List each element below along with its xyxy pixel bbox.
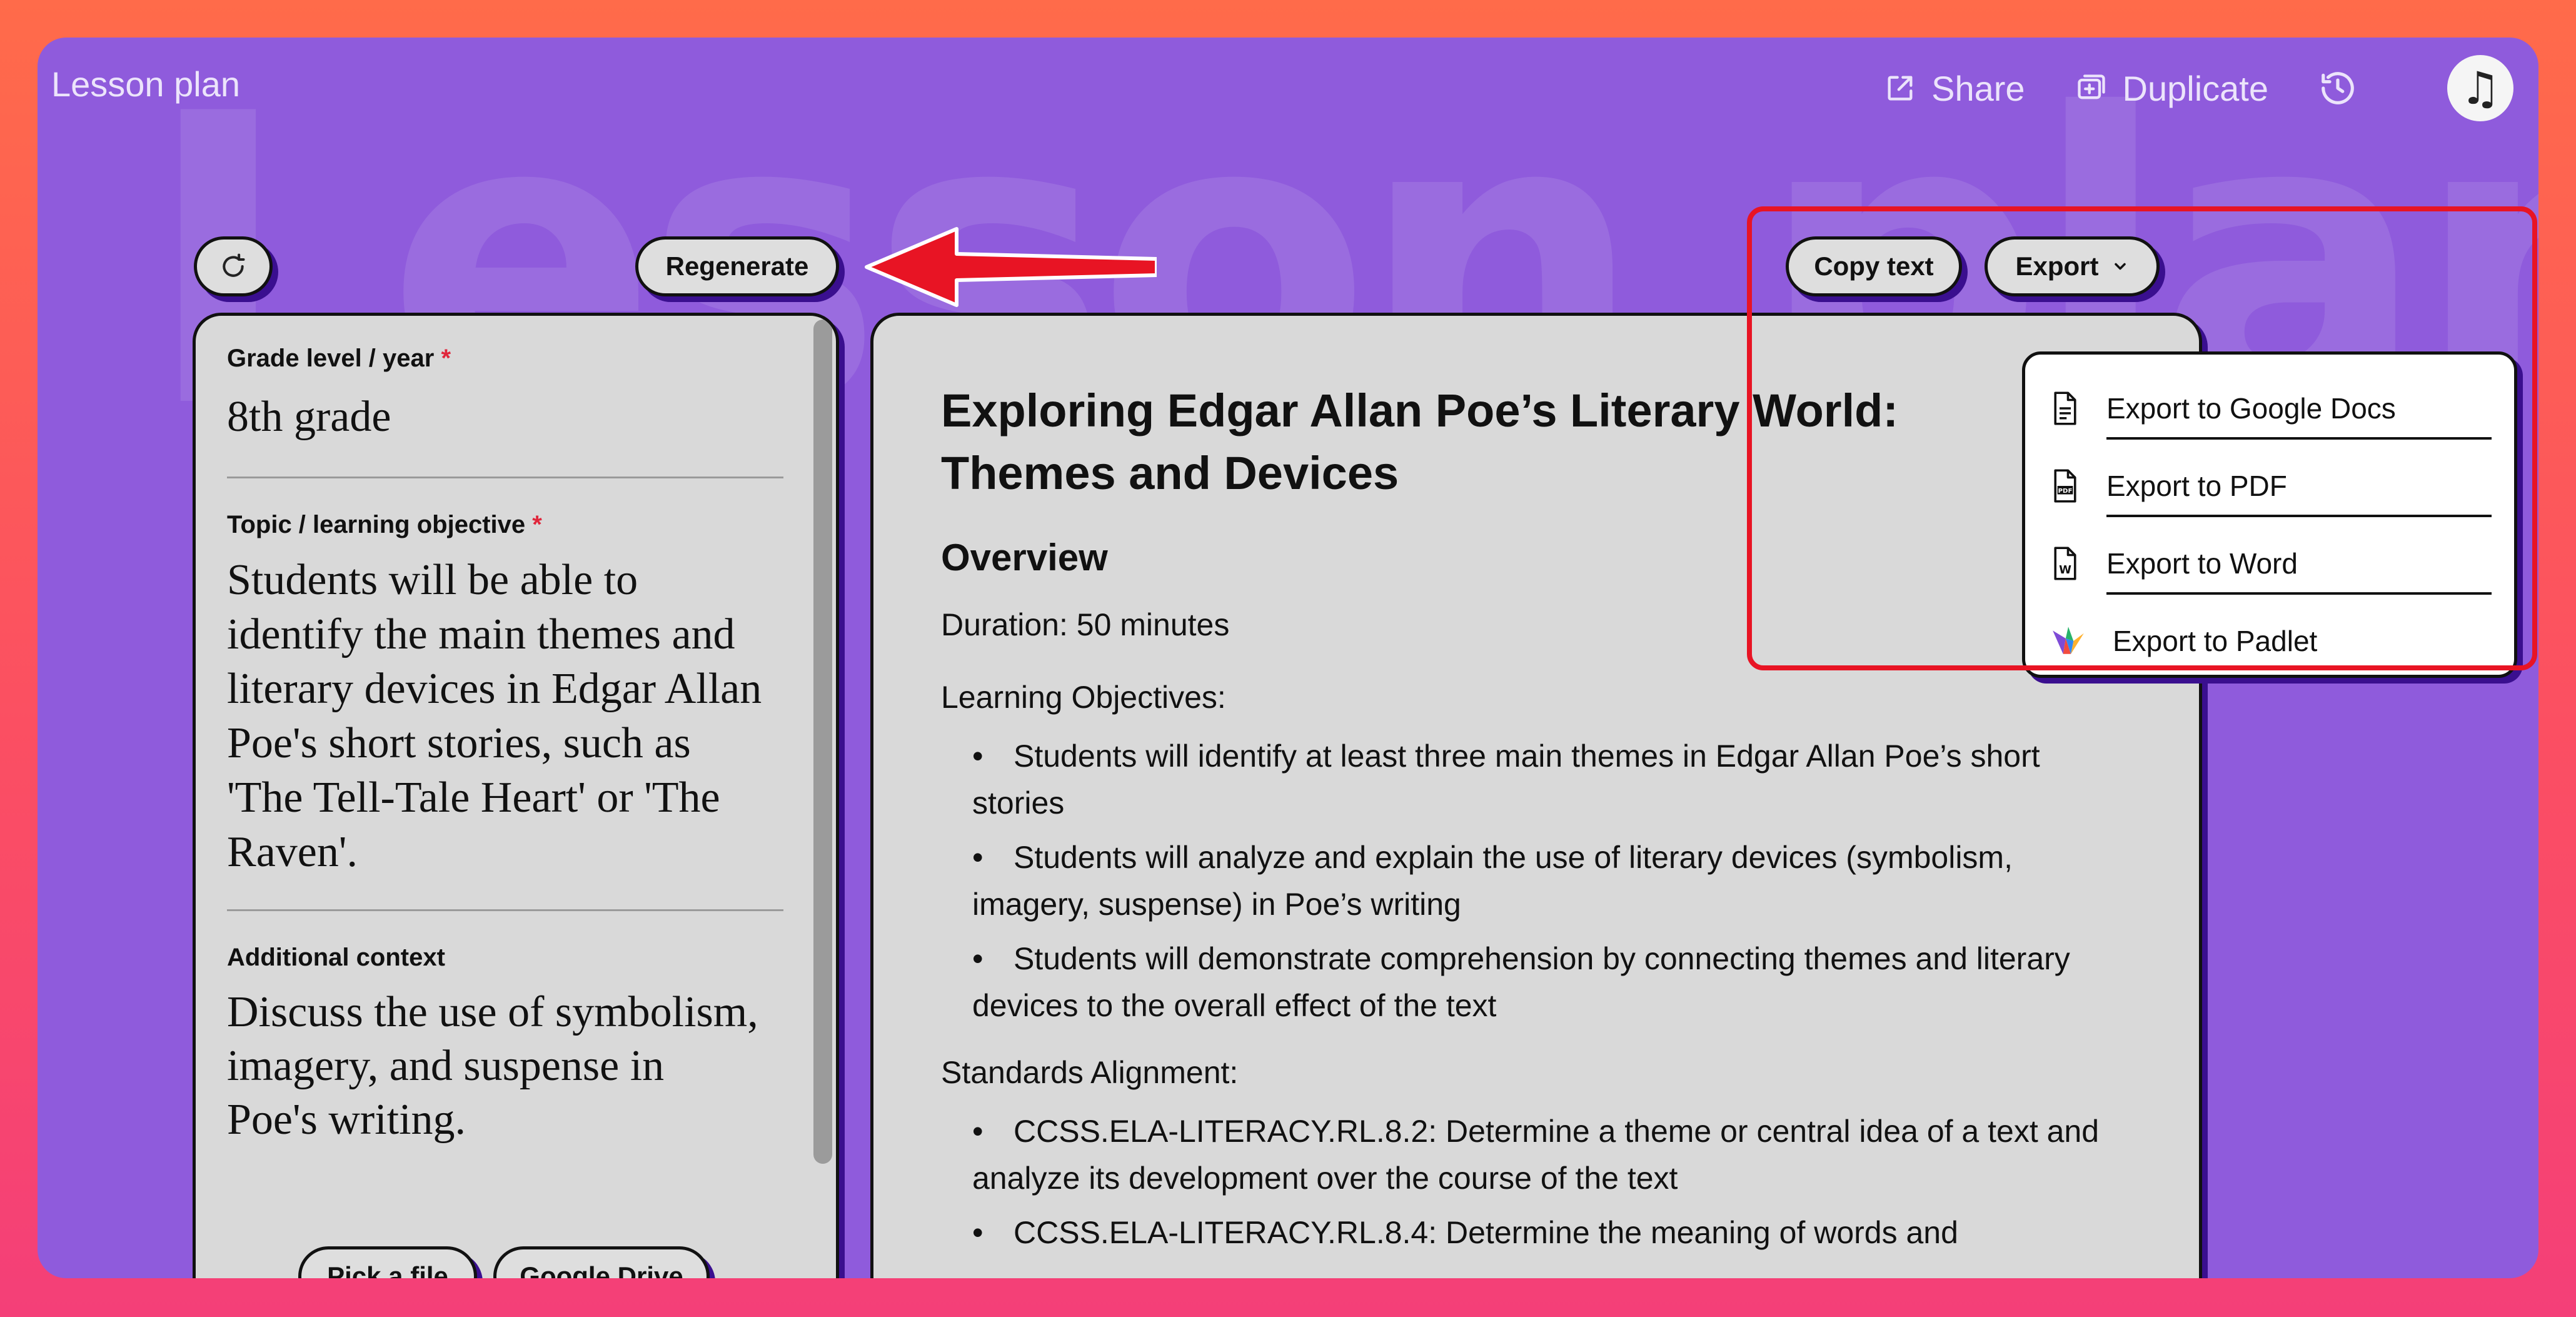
lesson-form-panel: Grade level / year * 8th grade Topic / l…: [193, 313, 839, 1278]
list-item: CCSS.ELA-LITERACY.RL.8.2: Determine a th…: [941, 1108, 2104, 1202]
topic-label: Topic / learning objective *: [227, 511, 542, 538]
history-button[interactable]: [2318, 69, 2372, 108]
duplicate-button[interactable]: Duplicate: [2075, 68, 2268, 109]
standards-heading: Standards Alignment:: [941, 1055, 1239, 1090]
list-item: Students will identify at least three ma…: [941, 733, 2104, 827]
annotation-arrow: [865, 227, 1157, 307]
app-window: Lesson plan Lesson plan Share Duplicate …: [38, 38, 2538, 1278]
context-field[interactable]: Discuss the use of symbolism, imagery, a…: [227, 986, 765, 1147]
list-item: CCSS.ELA-LITERACY.RL.8.4: Determine the …: [941, 1209, 2104, 1256]
history-icon: [2322, 72, 2354, 104]
share-label: Share: [1931, 68, 2025, 108]
share-button[interactable]: Share: [1884, 68, 2025, 109]
refresh-icon: [223, 253, 245, 277]
required-mark: *: [532, 511, 542, 538]
required-mark: *: [441, 345, 451, 372]
pick-file-button[interactable]: Pick a file: [298, 1246, 477, 1278]
annotation-highlight-box: [1747, 206, 2537, 670]
duplicate-label: Duplicate: [2122, 68, 2268, 108]
avatar[interactable]: ♫: [2447, 55, 2513, 121]
refresh-button[interactable]: [194, 236, 273, 296]
list-item: Students will demonstrate comprehension …: [941, 936, 2104, 1029]
scrollbar[interactable]: [813, 320, 832, 1164]
grade-field[interactable]: 8th grade: [227, 389, 783, 445]
regenerate-button[interactable]: Regenerate: [635, 236, 839, 296]
page-title: Lesson plan: [51, 64, 241, 104]
topic-field[interactable]: Students will be able to identify the ma…: [227, 553, 765, 903]
objectives-heading: Learning Objectives:: [941, 680, 1226, 715]
header-actions: Share Duplicate ♫: [1834, 55, 2513, 121]
divider: [227, 909, 783, 911]
share-icon: [1888, 76, 1913, 101]
duplicate-icon: [2077, 74, 2105, 99]
list-item: Students will analyze and explain the us…: [941, 834, 2104, 928]
grade-label: Grade level / year *: [227, 345, 451, 372]
standards-list: CCSS.ELA-LITERACY.RL.8.2: Determine a th…: [941, 1108, 2199, 1256]
objectives-list: Students will identify at least three ma…: [941, 733, 2199, 1029]
google-drive-button[interactable]: Google Drive: [493, 1246, 710, 1278]
divider: [227, 477, 783, 478]
context-label: Additional context: [227, 944, 445, 971]
